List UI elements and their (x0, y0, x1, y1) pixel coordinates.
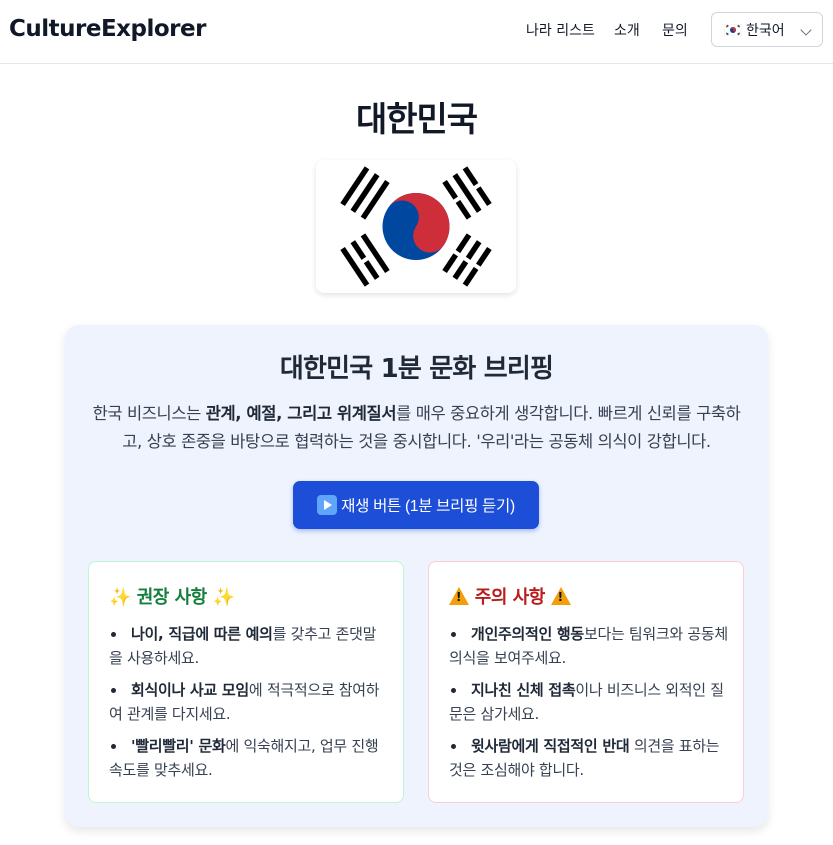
play-icon (317, 495, 338, 515)
south-korea-flag-icon (316, 160, 516, 293)
item-bold: 지나친 신체 접촉 (471, 681, 576, 699)
site-header: CultureExplorer 나라 리스트 소개 문의 한국어 (0, 0, 833, 64)
play-button-label: 재생 버튼 (1분 브리핑 듣기) (341, 498, 515, 515)
nav-contact[interactable]: 문의 (662, 20, 688, 40)
warning-icon (550, 587, 571, 605)
list-item: '빨리빨리' 문화에 익숙해지고, 업무 진행 속도를 맞추세요. (109, 734, 389, 782)
korea-flag-icon (724, 23, 742, 36)
briefing-desc-bold: 관계, 예절, 그리고 위계질서 (205, 404, 397, 423)
briefing-title: 대한민국 1분 문화 브리핑 (279, 354, 554, 384)
donts-list: 개인주의적인 행동보다는 팀워크와 공동체 의식을 보여주세요. 지나친 신체 … (449, 622, 729, 790)
dos-card: ✨ 권장 사항 ✨ 나이, 직급에 따른 예의를 갖추고 존댓말을 사용하세요.… (88, 561, 404, 803)
warning-icon (449, 587, 469, 605)
language-label: 한국어 (746, 22, 785, 39)
play-briefing-button[interactable]: 재생 버튼 (1분 브리핑 듣기) (293, 481, 539, 529)
sparkle-icon: ✨ (109, 587, 131, 608)
item-bold: 개인주의적인 행동 (471, 625, 584, 643)
item-bold: 윗사람에게 직접적인 반대 (471, 737, 630, 755)
sparkle-icon: ✨ (212, 587, 235, 608)
nav-about[interactable]: 소개 (614, 20, 640, 40)
item-bold: '빨리빨리' 문화 (131, 737, 226, 755)
dos-title-text: 권장 사항 (136, 587, 208, 608)
list-item: 회식이나 사교 모임에 적극적으로 참여하여 관계를 다지세요. (109, 678, 389, 726)
chevron-down-icon (800, 24, 812, 36)
list-item: 개인주의적인 행동보다는 팀워크와 공동체 의식을 보여주세요. (449, 622, 729, 670)
item-bold: 나이, 직급에 따른 예의 (131, 625, 273, 643)
language-select[interactable]: 한국어 (711, 12, 823, 47)
donts-card: 주의 사항 개인주의적인 행동보다는 팀워크와 공동체 의식을 보여주세요. 지… (428, 561, 744, 803)
site-logo[interactable]: CultureExplorer (9, 16, 206, 42)
briefing-desc-pre: 한국 비즈니스는 (92, 404, 206, 423)
dos-list: 나이, 직급에 따른 예의를 갖추고 존댓말을 사용하세요. 회식이나 사교 모… (109, 622, 389, 790)
nav-country-list[interactable]: 나라 리스트 (526, 20, 595, 40)
list-item: 나이, 직급에 따른 예의를 갖추고 존댓말을 사용하세요. (109, 622, 389, 670)
country-flag (316, 160, 516, 293)
item-bold: 회식이나 사교 모임 (131, 681, 249, 699)
donts-title: 주의 사항 (449, 583, 571, 609)
briefing-description: 한국 비즈니스는 관계, 예절, 그리고 위계질서를 매우 중요하게 생각합니다… (89, 400, 744, 456)
culture-briefing-card: 대한민국 1분 문화 브리핑 한국 비즈니스는 관계, 예절, 그리고 위계질서… (65, 325, 768, 827)
country-title: 대한민국 (355, 100, 478, 140)
list-item: 지나친 신체 접촉이나 비즈니스 외적인 질문은 삼가세요. (449, 678, 729, 726)
dos-title: ✨ 권장 사항 ✨ (109, 583, 235, 609)
donts-title-text: 주의 사항 (474, 587, 546, 608)
list-item: 윗사람에게 직접적인 반대 의견을 표하는 것은 조심해야 합니다. (449, 734, 729, 782)
